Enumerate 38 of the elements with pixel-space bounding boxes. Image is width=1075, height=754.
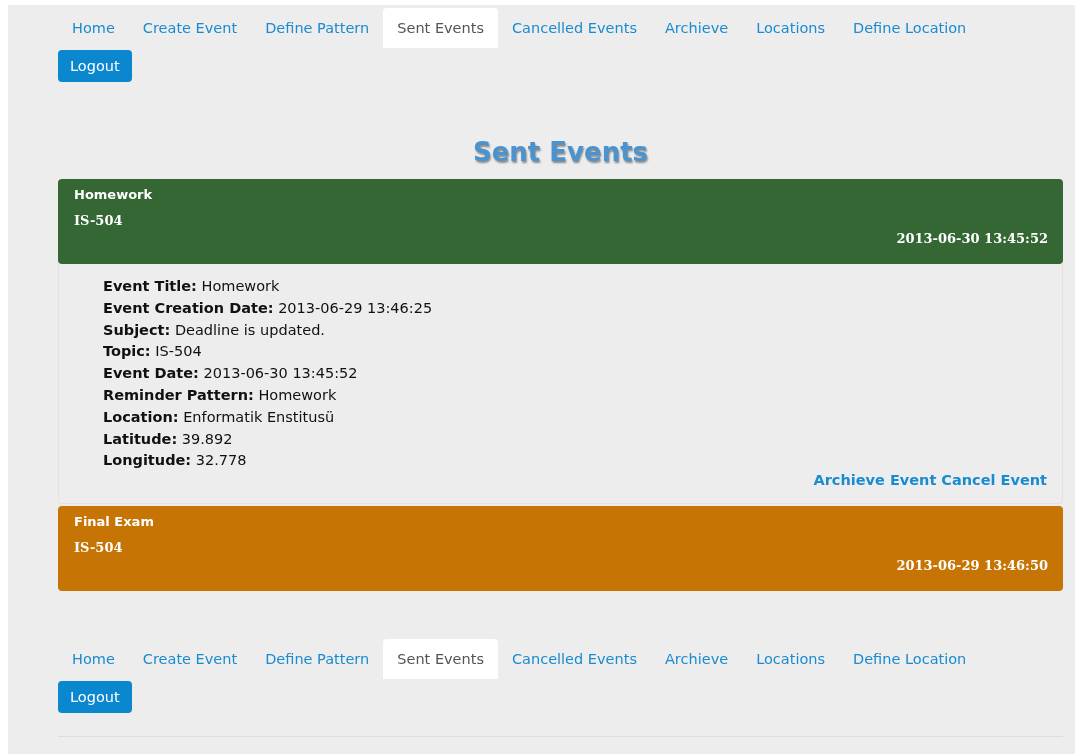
event-title: Homework [74,187,154,202]
event-date: 2013-06-30 13:45:52 [896,231,1048,246]
detail-line: Reminder Pattern: Homework [103,386,338,405]
detail-line: Subject: Deadline is updated. [103,320,326,340]
nav-tab[interactable]: Home [58,8,129,48]
detail-line: Longitude: 32.778 [103,451,248,471]
nav-tab[interactable]: Archieve [650,8,743,48]
event-action-link[interactable]: Cancel Event [941,472,1047,489]
nav-tab[interactable]: Define Location [839,639,981,680]
nav-tab[interactable]: Define Location [839,8,981,48]
event-header[interactable]: Final Exam IS-504 2013-06-29 13:46:50 [58,506,1063,592]
nav-tab[interactable]: Cancelled Events [497,639,651,680]
logout-button[interactable]: Logout [58,681,132,714]
logout-button[interactable]: Logout [58,50,132,82]
detail-line: Event Creation Date: 2013-06-29 13:46:25 [103,298,434,318]
nav-tab[interactable]: Cancelled Events [497,8,651,48]
nav-tab[interactable]: Create Event [128,639,252,680]
detail-line: Topic: IS-504 [103,342,203,362]
event-date: 2013-06-29 13:46:50 [896,558,1048,574]
event-action-link[interactable]: Archieve Event [813,472,937,489]
nav-tab[interactable]: Archieve [650,639,743,680]
nav-tab[interactable]: Define Pattern [251,639,384,680]
nav-tab[interactable]: Create Event [128,8,252,48]
event-header[interactable]: Homework IS-504 2013-06-30 13:45:52 [58,179,1063,264]
page-title: Sent Events [471,137,650,167]
nav-tab[interactable]: Home [58,639,129,680]
nav-tab[interactable]: Locations [742,639,840,680]
event-topic: IS-504 [74,213,124,228]
detail-line: Location: Enformatik Enstitusü [103,407,336,427]
event-title: Final Exam [74,514,155,530]
detail-line: Event Date: 2013-06-30 13:45:52 [103,364,359,384]
event-topic: IS-504 [74,540,124,556]
nav-tab[interactable]: Sent Events [383,8,498,48]
detail-line: Latitude: 39.892 [103,429,234,449]
nav-tab[interactable]: Locations [742,8,840,48]
nav-tab[interactable]: Sent Events [383,639,498,680]
nav-tab[interactable]: Define Pattern [251,8,384,48]
detail-line: Event Title: Homework [103,277,281,296]
